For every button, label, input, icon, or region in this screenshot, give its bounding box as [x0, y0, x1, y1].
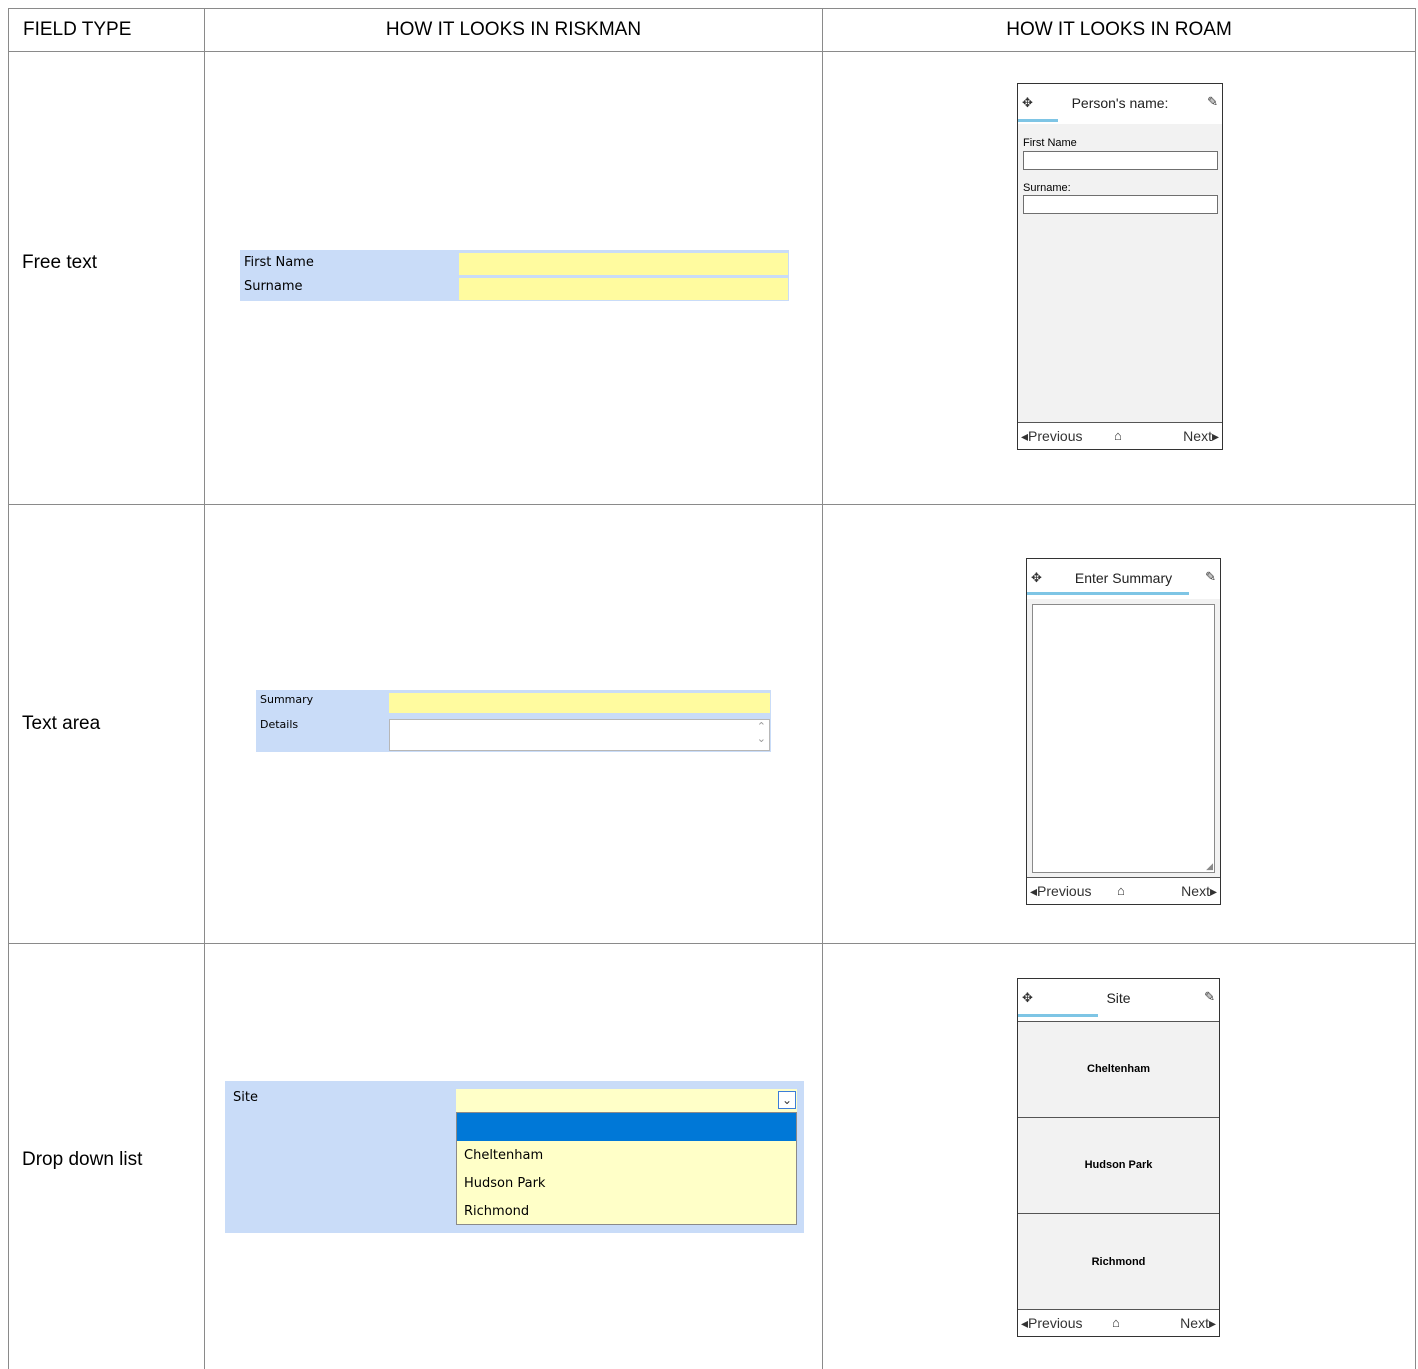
- dropdown-option[interactable]: Hudson Park: [464, 1176, 545, 1192]
- resize-handle-icon[interactable]: ◢: [1206, 861, 1213, 872]
- phone-title: Site: [1106, 990, 1131, 1006]
- dropdown-option[interactable]: Cheltenham: [464, 1148, 543, 1164]
- phone-footer: ◂Previous ⌂ Next▸: [1027, 877, 1220, 904]
- phone-title: Person's name:: [1071, 95, 1169, 111]
- dropdown-option[interactable]: Richmond: [464, 1204, 529, 1220]
- first-name-input[interactable]: [1023, 151, 1218, 170]
- surname-input[interactable]: [459, 278, 788, 300]
- plug-icon[interactable]: ✎: [1207, 94, 1218, 110]
- summary-textarea[interactable]: ◢: [1032, 604, 1215, 873]
- phone-header: ✥ Person's name: ✎: [1018, 84, 1222, 124]
- option-hudson-park[interactable]: Hudson Park: [1018, 1117, 1219, 1214]
- phone-footer: ◂Previous ⌂ Next▸: [1018, 422, 1222, 449]
- header-field-type: FIELD TYPE: [23, 19, 132, 40]
- roam-phone-dropdown: ✥ Site ✎ Cheltenham Hudson Park Richmond…: [1017, 978, 1220, 1337]
- surname-input[interactable]: [1023, 195, 1218, 214]
- first-name-label: First Name: [244, 255, 314, 270]
- phone-footer: ◂Previous ⌂ Next▸: [1018, 1309, 1219, 1336]
- dropdown-option-empty-selected[interactable]: [457, 1113, 796, 1141]
- plug-icon[interactable]: ✎: [1205, 569, 1216, 585]
- riskman-free-text-form: First Name Surname: [240, 250, 789, 301]
- header-roam: HOW IT LOOKS IN ROAM: [1006, 19, 1232, 40]
- table-rule: [8, 943, 1416, 944]
- next-button[interactable]: Next▸: [1180, 1315, 1216, 1332]
- home-icon[interactable]: ⌂: [1114, 428, 1122, 443]
- table-border-left: [8, 8, 9, 1369]
- phone-title: Enter Summary: [1074, 570, 1173, 586]
- summary-input[interactable]: [389, 693, 770, 713]
- home-icon[interactable]: ⌂: [1117, 883, 1125, 898]
- progress-bar: [1027, 592, 1189, 595]
- row-label-text-area: Text area: [22, 713, 101, 734]
- spinner-arrows-icon[interactable]: ⌃ ⌄: [757, 721, 766, 745]
- header-riskman: HOW IT LOOKS IN RISKMAN: [385, 19, 642, 40]
- table-rule: [204, 8, 205, 1369]
- table-border-top: [8, 8, 1416, 9]
- previous-button[interactable]: ◂Previous: [1030, 883, 1092, 900]
- first-name-input[interactable]: [459, 253, 788, 275]
- option-cheltenham[interactable]: Cheltenham: [1018, 1021, 1219, 1118]
- summary-label: Summary: [260, 693, 314, 706]
- next-button[interactable]: Next▸: [1181, 883, 1217, 900]
- chevron-down-icon[interactable]: ⌄: [778, 1091, 796, 1109]
- riskman-text-area-form: Summary Details ⌃ ⌄: [256, 690, 771, 752]
- row-label-free-text: Free text: [22, 252, 97, 273]
- details-textarea[interactable]: ⌃ ⌄: [389, 719, 770, 751]
- previous-button[interactable]: ◂Previous: [1021, 1315, 1083, 1332]
- table-rule: [822, 8, 823, 1369]
- phone-header: ✥ Enter Summary ✎: [1027, 559, 1220, 599]
- roam-phone-free-text: ✥ Person's name: ✎ First Name Surname: ◂…: [1017, 83, 1223, 450]
- table-rule: [8, 51, 1416, 52]
- row-label-drop-down: Drop down list: [22, 1149, 143, 1170]
- plug-icon[interactable]: ✎: [1204, 989, 1215, 1005]
- phone-header: ✥ Site ✎: [1018, 979, 1219, 1022]
- option-richmond[interactable]: Richmond: [1018, 1213, 1219, 1311]
- next-button[interactable]: Next▸: [1183, 428, 1219, 445]
- first-name-label: First Name: [1023, 137, 1077, 149]
- site-label: Site: [233, 1090, 258, 1105]
- surname-label: Surname:: [1023, 182, 1071, 194]
- home-icon[interactable]: ⌂: [1112, 1315, 1120, 1330]
- details-label: Details: [260, 718, 299, 731]
- site-dropdown-list: Cheltenham Hudson Park Richmond: [456, 1112, 797, 1225]
- table-rule: [8, 504, 1416, 505]
- progress-bar: [1018, 119, 1058, 122]
- surname-label: Surname: [244, 279, 303, 294]
- site-select[interactable]: ⌄: [456, 1089, 797, 1112]
- roam-phone-text-area: ✥ Enter Summary ✎ ◢ ◂Previous ⌂ Next▸: [1026, 558, 1221, 905]
- progress-bar: [1018, 1014, 1098, 1017]
- riskman-dropdown-form: Site ⌄ Cheltenham Hudson Park Richmond: [225, 1081, 804, 1233]
- previous-button[interactable]: ◂Previous: [1021, 428, 1083, 445]
- table-border-right: [1415, 8, 1416, 1369]
